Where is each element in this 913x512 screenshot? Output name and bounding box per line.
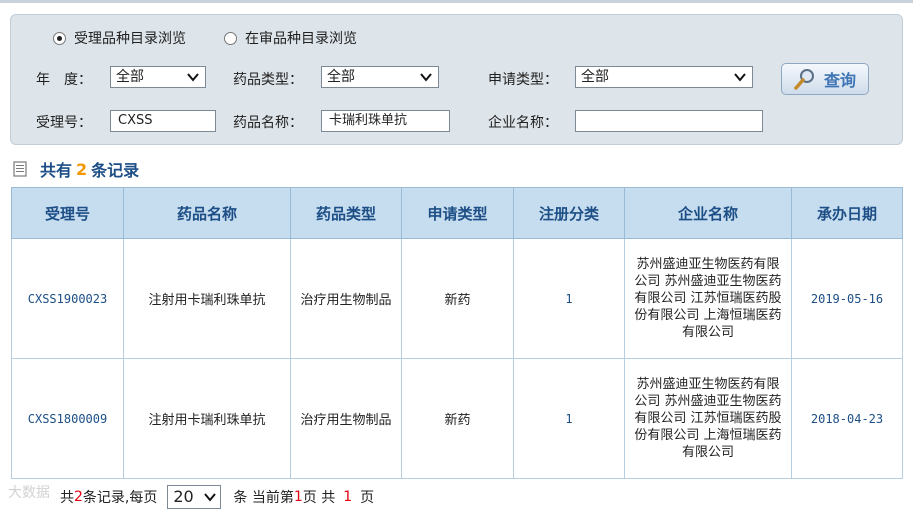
radio-label: 在审品种目录浏览 xyxy=(245,31,357,47)
cell-drug-type: 治疗用生物制品 xyxy=(290,238,402,359)
watermark: 大数据 xyxy=(8,485,50,501)
pager-pages-suffix: 页 xyxy=(360,490,375,506)
accept-no-label: 受理号： xyxy=(36,115,92,131)
apply-type-label: 申请类型： xyxy=(488,72,558,88)
column-header[interactable]: 申请类型 xyxy=(401,187,514,239)
accept-no-value: CXSS xyxy=(118,113,153,128)
table-header-row: 受理号 药品名称 药品类型 申请类型 注册分类 企业名称 承办日期 xyxy=(11,187,903,239)
chevron-down-icon xyxy=(204,493,217,502)
per-page-select[interactable]: 20 xyxy=(167,485,222,509)
pager-page-suffix: 页 共 xyxy=(302,490,336,506)
cell-date: 2019-05-16 xyxy=(791,238,903,359)
radio-review-catalog[interactable]: 在审品种目录浏览 xyxy=(224,28,357,48)
column-header[interactable]: 药品名称 xyxy=(123,187,291,239)
apply-type-select-value: 全部 xyxy=(581,69,609,85)
chevron-down-icon xyxy=(420,73,432,82)
cell-reg-class: 1 xyxy=(513,358,625,479)
magnifier-icon xyxy=(794,69,814,90)
table-row[interactable]: CXSS1800009 注射用卡瑞利珠单抗 治疗用生物制品 新药 1 苏州盛迪亚… xyxy=(11,358,903,479)
cell-company: 苏州盛迪亚生物医药有限公司 苏州盛迪亚生物医药有限公司 江苏恒瑞医药股份有限公司… xyxy=(624,238,792,359)
cell-date: 2018-04-23 xyxy=(791,358,903,479)
accept-no-input[interactable]: CXSS xyxy=(110,110,216,132)
cell-reg-class: 1 xyxy=(513,238,625,359)
drug-name-label: 药品名称： xyxy=(233,115,303,131)
chevron-down-icon xyxy=(187,73,199,82)
pager-total-prefix: 共 xyxy=(60,490,74,506)
per-page-value: 20 xyxy=(173,487,194,506)
cell-drug-name: 注射用卡瑞利珠单抗 xyxy=(123,238,291,359)
column-header[interactable]: 注册分类 xyxy=(513,187,625,239)
summary-count: 2 xyxy=(76,159,88,179)
apply-type-select[interactable]: 全部 xyxy=(575,66,753,88)
drug-type-select-value: 全部 xyxy=(327,69,355,85)
drug-name-input[interactable]: 卡瑞利珠单抗 xyxy=(321,110,450,132)
radio-checked-icon xyxy=(53,31,66,45)
year-select-value: 全部 xyxy=(116,69,144,85)
column-header[interactable]: 受理号 xyxy=(11,187,124,239)
query-button[interactable]: 查询 xyxy=(781,63,869,95)
drug-type-label: 药品类型： xyxy=(233,72,303,88)
cell-accept-no[interactable]: CXSS1800009 xyxy=(11,358,124,479)
column-header[interactable]: 企业名称 xyxy=(624,187,792,239)
pager-total-count: 2 xyxy=(74,489,83,505)
year-select[interactable]: 全部 xyxy=(110,66,206,88)
column-header[interactable]: 药品类型 xyxy=(290,187,402,239)
chevron-down-icon xyxy=(734,73,746,82)
record-summary: 共有 2 条记录 xyxy=(12,157,139,181)
year-label: 年 度： xyxy=(36,72,92,88)
table-row[interactable]: CXSS1900023 注射用卡瑞利珠单抗 治疗用生物制品 新药 1 苏州盛迪亚… xyxy=(11,238,903,359)
radio-accepted-catalog[interactable]: 受理品种目录浏览 xyxy=(53,28,186,48)
cell-drug-type: 治疗用生物制品 xyxy=(290,358,402,479)
pager-current-page: 1 xyxy=(293,489,303,505)
drug-type-select[interactable]: 全部 xyxy=(321,66,439,88)
summary-prefix: 共有 xyxy=(40,161,73,180)
document-list-icon xyxy=(13,161,27,177)
pager-current-label: 条 当前第 xyxy=(233,490,294,506)
radio-unchecked-icon xyxy=(224,31,237,45)
company-label: 企业名称： xyxy=(488,115,558,131)
radio-label: 受理品种目录浏览 xyxy=(74,31,186,47)
pager-per-page-label: 条记录,每页 xyxy=(82,490,158,506)
results-table: 受理号 药品名称 药品类型 申请类型 注册分类 企业名称 承办日期 CXSS19… xyxy=(11,187,903,479)
cell-apply-type: 新药 xyxy=(401,238,514,359)
pagination: 共 2 条记录,每页 20 条 当前第 1 页 共 1 页 xyxy=(60,485,374,509)
column-header[interactable]: 承办日期 xyxy=(791,187,903,239)
company-input[interactable] xyxy=(575,110,763,132)
search-panel: 受理品种目录浏览 在审品种目录浏览 年 度： 全部 药品类型： 全部 申请类型：… xyxy=(10,14,903,145)
cell-drug-name: 注射用卡瑞利珠单抗 xyxy=(123,358,291,479)
query-button-label: 查询 xyxy=(823,71,856,90)
pager-total-pages: 1 xyxy=(343,489,353,505)
drug-name-value: 卡瑞利珠单抗 xyxy=(329,113,408,128)
summary-suffix: 条记录 xyxy=(91,161,140,180)
cell-apply-type: 新药 xyxy=(401,358,514,479)
top-border xyxy=(0,0,913,3)
cell-accept-no[interactable]: CXSS1900023 xyxy=(11,238,124,359)
cell-company: 苏州盛迪亚生物医药有限公司 苏州盛迪亚生物医药有限公司 江苏恒瑞医药股份有限公司… xyxy=(624,358,792,479)
